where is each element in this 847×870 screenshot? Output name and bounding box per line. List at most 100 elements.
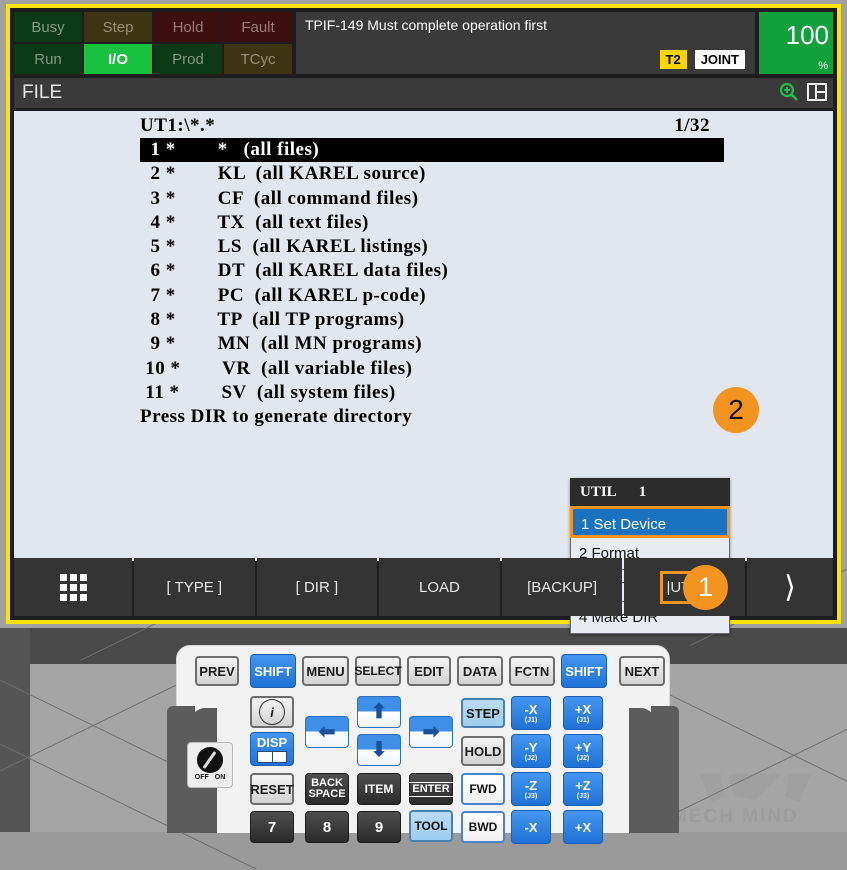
key-9[interactable]: 9 xyxy=(357,811,401,843)
key-edit[interactable]: EDIT xyxy=(407,656,451,686)
file-list-row[interactable]: 6 * DT (all KAREL data files) xyxy=(140,259,724,283)
key-jog-minus-y-j2[interactable]: -Y (J2) xyxy=(511,734,551,768)
file-list: 1 * * (all files) 2 * KL (all KAREL sour… xyxy=(140,138,724,405)
util-menu-item[interactable]: 1 Set Device xyxy=(570,506,730,538)
speed-override-unit: % xyxy=(818,60,828,72)
key-label: RESET xyxy=(250,781,294,797)
title-bar-icons xyxy=(779,82,827,107)
key-next[interactable]: NEXT xyxy=(619,656,665,686)
key-fctn[interactable]: FCTN xyxy=(509,656,555,686)
key-jog-plus-y-j2[interactable]: +Y (J2) xyxy=(563,734,603,768)
status-step[interactable]: Step xyxy=(84,12,152,42)
key-jog-plus-x-rot[interactable]: +X xyxy=(563,810,603,844)
key-sublabel: (J1) xyxy=(524,716,538,724)
key-jog-minus-z-j3[interactable]: -Z (J3) xyxy=(511,772,551,806)
status-prod[interactable]: Prod xyxy=(154,44,222,74)
key-item[interactable]: ITEM xyxy=(357,773,401,805)
key-info[interactable]: i xyxy=(250,696,294,728)
alarm-message-text: TPIF-149 Must complete operation first xyxy=(305,17,547,33)
key-label: -Z xyxy=(524,777,538,793)
watermark: MECH MIND xyxy=(663,772,843,832)
key-label: FCTN xyxy=(514,663,550,679)
file-list-row[interactable]: 1 * * (all files) xyxy=(140,138,724,163)
fkey-next-page[interactable]: ⟩ xyxy=(746,558,833,616)
key-label: +Y xyxy=(574,739,592,755)
key-prev[interactable]: PREV xyxy=(195,656,239,686)
file-list-row[interactable]: 5 * LS (all KAREL listings) xyxy=(140,235,724,259)
key-arrow-up[interactable]: ⬆ xyxy=(357,696,401,728)
pendant-right-notch xyxy=(629,708,655,833)
key-reset[interactable]: RESET xyxy=(250,773,294,805)
key-label: HOLD xyxy=(464,743,502,759)
key-label: +X xyxy=(574,701,592,717)
coordinate-badge: JOINT xyxy=(694,50,745,69)
key-label: TOOL xyxy=(414,819,448,833)
key-jog-minus-x-j1[interactable]: -X (J1) xyxy=(511,696,551,730)
file-list-row[interactable]: 7 * PC (all KAREL p-code) xyxy=(140,284,724,308)
fkey-backup[interactable]: [BACKUP] xyxy=(501,558,623,616)
key-jog-plus-x-j1[interactable]: +X (J1) xyxy=(563,696,603,730)
speed-override-panel[interactable]: 100 % xyxy=(759,12,833,74)
status-busy[interactable]: Busy xyxy=(14,12,82,42)
fkey-load[interactable]: LOAD xyxy=(379,558,500,616)
power-on-label: ON xyxy=(214,774,226,781)
status-run[interactable]: Run xyxy=(14,44,82,74)
fkey-type[interactable]: [ TYPE ] xyxy=(134,558,255,616)
key-label: 9 xyxy=(374,818,384,836)
key-enter[interactable]: ENTER xyxy=(408,773,454,805)
key-data[interactable]: DATA xyxy=(457,656,503,686)
key-arrow-down[interactable]: ⬇ xyxy=(357,734,401,766)
fkey-menu-grid[interactable] xyxy=(14,558,132,616)
key-arrow-left[interactable]: ⬅ xyxy=(305,716,349,748)
key-jog-plus-z-j3[interactable]: +Z (J3) xyxy=(563,772,603,806)
util-menu-page: 1 xyxy=(638,483,647,500)
key-sublabel: (J3) xyxy=(524,792,538,800)
key-label: BWD xyxy=(468,820,498,834)
key-8[interactable]: 8 xyxy=(305,811,349,843)
key-jog-minus-x-rot[interactable]: -X xyxy=(511,810,551,844)
split-layout-icon[interactable] xyxy=(807,83,827,106)
fkey-dir[interactable]: [ DIR ] xyxy=(256,558,378,616)
key-label: 7 xyxy=(267,818,277,836)
file-list-row[interactable]: 10 * VR (all variable files) xyxy=(140,357,724,381)
key-hold[interactable]: HOLD xyxy=(461,736,505,766)
status-fault[interactable]: Fault xyxy=(224,12,292,42)
key-tool[interactable]: TOOL xyxy=(409,810,453,842)
key-sublabel: (J3) xyxy=(576,792,590,800)
status-hold[interactable]: Hold xyxy=(154,12,222,42)
key-backspace[interactable]: BACK SPACE xyxy=(305,773,349,805)
status-io[interactable]: I/O xyxy=(84,44,152,74)
screen-title-bar: FILE xyxy=(14,78,833,108)
key-label: DISP xyxy=(256,735,288,750)
key-disp[interactable]: DISP xyxy=(250,732,294,766)
power-off-label: OFF xyxy=(194,774,209,781)
key-fwd[interactable]: FWD xyxy=(461,773,505,805)
key-menu[interactable]: MENU xyxy=(302,656,349,686)
key-sublabel: (J2) xyxy=(524,754,538,762)
key-arrow-right[interactable]: ➡ xyxy=(409,716,453,748)
file-list-row[interactable]: 8 * TP (all TP programs) xyxy=(140,308,724,332)
key-shift-left[interactable]: SHIFT xyxy=(250,654,296,688)
power-switch[interactable]: OFF ON xyxy=(187,742,233,788)
arrow-right-icon: ➡ xyxy=(422,721,440,743)
key-bwd[interactable]: BWD xyxy=(461,811,505,843)
grid-menu-icon xyxy=(59,573,87,601)
status-tcyc[interactable]: TCyc xyxy=(224,44,292,74)
file-list-row[interactable]: 11 * SV (all system files) xyxy=(140,381,724,405)
key-shift-right[interactable]: SHIFT xyxy=(561,654,607,688)
step-marker-2: 2 xyxy=(713,387,759,433)
info-icon: i xyxy=(259,699,285,725)
file-list-row[interactable]: 2 * KL (all KAREL source) xyxy=(140,162,724,186)
chevron-right-icon: ⟩ xyxy=(784,570,796,604)
zoom-in-icon[interactable] xyxy=(779,82,799,107)
key-7[interactable]: 7 xyxy=(250,811,294,843)
key-step[interactable]: STEP xyxy=(461,698,505,728)
file-list-row[interactable]: 4 * TX (all text files) xyxy=(140,211,724,235)
file-list-row[interactable]: 3 * CF (all command files) xyxy=(140,187,724,211)
floor-dark-left xyxy=(0,628,30,832)
speed-override-value: 100 xyxy=(785,20,829,50)
key-select[interactable]: SELECT xyxy=(354,656,402,686)
util-menu-title: UTIL xyxy=(580,483,617,500)
file-list-row[interactable]: 9 * MN (all MN programs) xyxy=(140,332,724,356)
key-label: +Z xyxy=(575,777,591,793)
